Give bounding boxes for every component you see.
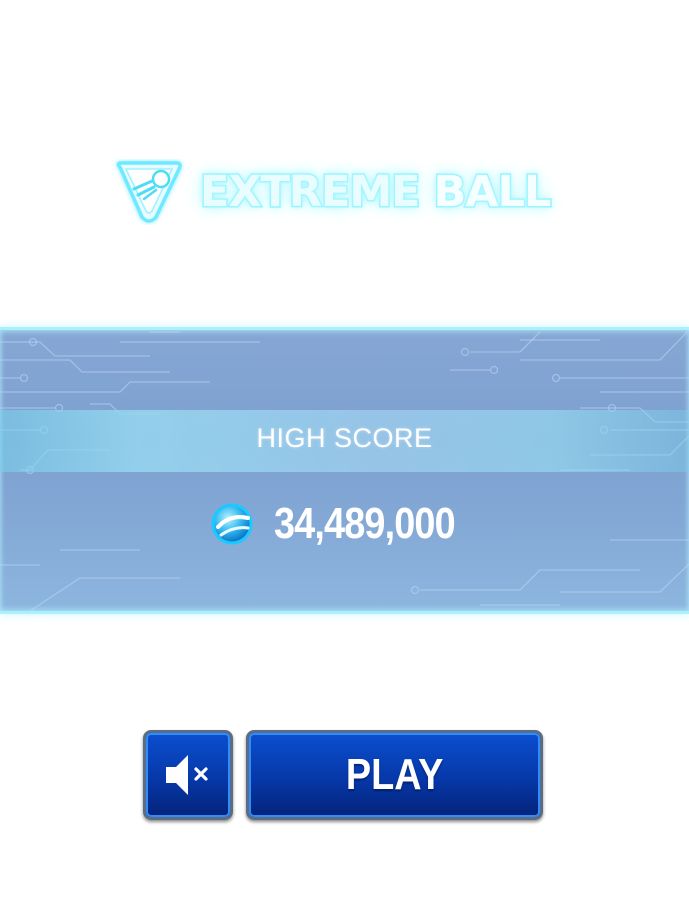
high-score-row: 34,489,000 <box>0 496 689 552</box>
ball-emblem-icon <box>112 159 186 225</box>
game-logo: EXTREME BALL <box>112 158 572 226</box>
play-button-label: PLAY <box>345 750 444 799</box>
play-button[interactable]: PLAY <box>246 730 543 820</box>
title-word-ball: BALL <box>432 166 553 219</box>
coin-icon <box>211 503 253 545</box>
mute-button[interactable] <box>143 730 233 820</box>
game-menu-screen: EXTREME BALL HIGH SCORE 34,489,000 PLAY <box>0 0 689 923</box>
high-score-label: HIGH SCORE <box>256 423 433 453</box>
high-score-value: 34,489,000 <box>274 499 456 548</box>
title-word-extreme: EXTREME <box>199 166 423 219</box>
speaker-muted-icon <box>166 755 208 795</box>
game-title: EXTREME BALL <box>199 159 553 225</box>
high-score-panel: HIGH SCORE 34,489,000 <box>0 327 689 614</box>
